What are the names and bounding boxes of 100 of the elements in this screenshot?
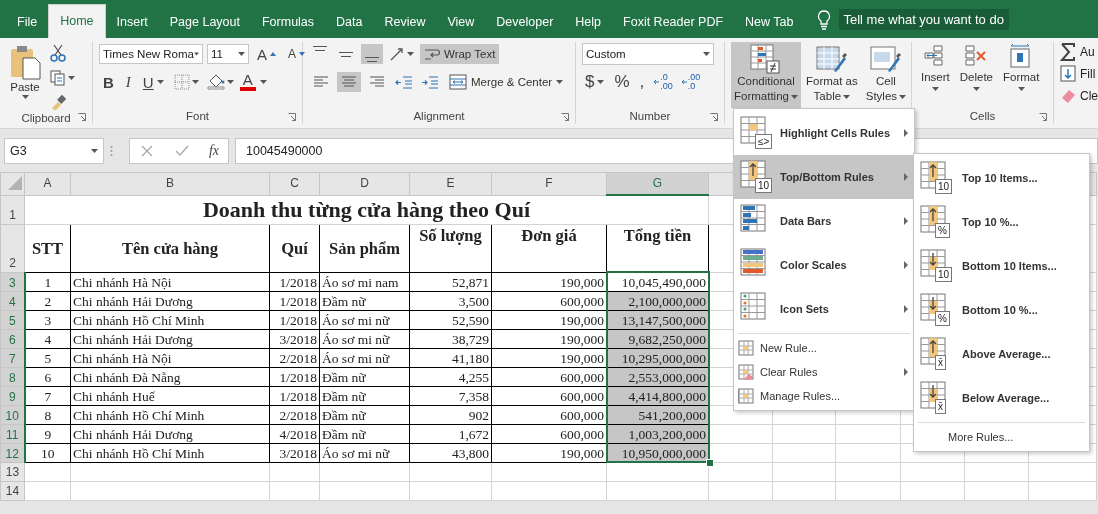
ribbon-tab[interactable]: Insert xyxy=(105,6,159,38)
table-cell: 7 xyxy=(24,386,71,405)
table-cell: 43,800 xyxy=(409,443,492,462)
column-header[interactable]: E xyxy=(409,172,492,195)
menu-item[interactable]: Color Scales xyxy=(734,243,914,287)
ribbon-tab[interactable]: Formulas xyxy=(250,6,326,38)
underline-button[interactable]: U xyxy=(138,73,168,91)
table-cell: 1/2018 xyxy=(269,291,320,310)
align-lines-icon xyxy=(365,57,379,62)
decrease-decimal-button[interactable]: .00 .0 xyxy=(678,73,703,91)
ribbon-tab[interactable]: File xyxy=(6,6,49,38)
ribbon-tab[interactable]: New Tab xyxy=(734,6,805,38)
menu-item[interactable]: x̄ Above Average... xyxy=(914,332,1089,376)
delete-button[interactable]: Delete xyxy=(956,42,996,108)
font-color-button[interactable]: A xyxy=(239,73,256,91)
shrink-font-button[interactable]: A xyxy=(284,47,310,61)
bottom-align-button[interactable] xyxy=(361,44,383,64)
borders-icon xyxy=(173,74,190,90)
column-header[interactable]: B xyxy=(70,172,270,195)
merge-icon xyxy=(449,74,467,90)
table-cell: Đầm nữ xyxy=(319,405,410,424)
clear-button[interactable]: Cle xyxy=(1060,86,1098,106)
bold-button[interactable]: B xyxy=(99,73,118,91)
paste-button[interactable]: Paste xyxy=(6,42,44,112)
ribbon-tab[interactable]: View xyxy=(436,6,486,38)
menu-item[interactable]: 10 Bottom 10 Items... xyxy=(914,244,1089,288)
ribbon-tab[interactable]: Developer xyxy=(485,6,565,38)
eraser-icon xyxy=(1060,87,1076,105)
caret-icon xyxy=(972,87,980,91)
fill-color-button[interactable] xyxy=(204,72,236,92)
italic-button[interactable]: I xyxy=(121,73,135,91)
borders-button[interactable] xyxy=(171,72,201,92)
column-header[interactable]: G xyxy=(606,172,709,195)
menu-item[interactable]: Manage Rules... xyxy=(734,384,914,408)
menu-item[interactable]: New Rule... xyxy=(734,336,914,360)
column-header[interactable]: F xyxy=(491,172,607,195)
grow-font-button[interactable]: A xyxy=(253,45,280,63)
fill-button[interactable]: Fill xyxy=(1060,64,1098,84)
column-header[interactable]: A xyxy=(24,172,71,195)
cell-styles-button[interactable]: Cell Styles xyxy=(862,42,910,108)
column-header[interactable]: D xyxy=(319,172,410,195)
menu-item[interactable]: Icon Sets xyxy=(734,287,914,331)
ribbon-tab[interactable]: Review xyxy=(373,6,437,38)
copy-icon xyxy=(50,70,66,86)
menu-item[interactable]: x̄ Below Average... xyxy=(914,376,1089,420)
down-triangle-icon xyxy=(299,52,306,56)
menu-item[interactable]: % Bottom 10 %... xyxy=(914,288,1089,332)
table-cell: 6 xyxy=(24,367,71,386)
currency-button[interactable]: $ xyxy=(582,72,608,92)
menu-item[interactable]: 10 Top/Bottom Rules xyxy=(734,155,914,199)
fill-handle[interactable] xyxy=(705,459,714,467)
menu-item[interactable]: Clear Rules xyxy=(734,360,914,384)
table-cell: 3 xyxy=(24,310,71,329)
table-cell: 41,180 xyxy=(409,348,492,367)
increase-decimal-button[interactable]: .0 .00 xyxy=(651,73,675,91)
group-label: Clipboard xyxy=(21,112,71,124)
table-cell: 9 xyxy=(24,424,71,443)
name-box[interactable]: G3 xyxy=(4,138,104,164)
column-heading: Sản phẩm xyxy=(319,224,410,272)
table-cell: 1/2018 xyxy=(269,367,320,386)
up-triangle-icon xyxy=(270,52,276,56)
menu-item[interactable]: % Top 10 %... xyxy=(914,200,1089,244)
brush-icon xyxy=(50,94,66,110)
copy-button[interactable] xyxy=(48,68,77,88)
ribbon-tab[interactable]: Foxit Reader PDF xyxy=(612,6,735,38)
table-cell: Đầm nữ xyxy=(319,291,410,310)
merge-center-button[interactable]: Merge & Center xyxy=(445,71,568,93)
conditional-formatting-button[interactable]: Conditional Formatting xyxy=(731,42,801,108)
autosum-button[interactable]: Au xyxy=(1060,42,1098,62)
table-cell: Đầm nữ xyxy=(319,424,410,443)
font-name-field[interactable]: Times New Roma xyxy=(99,44,203,64)
column-heading: Tên cửa hàng xyxy=(70,224,270,272)
number-format-field[interactable]: Custom xyxy=(582,43,714,65)
format-as-table-button[interactable]: Format as Table xyxy=(802,42,861,108)
row-header[interactable]: 2 xyxy=(0,224,25,272)
table-cell: 3/2018 xyxy=(269,443,320,462)
caret-icon xyxy=(238,52,245,56)
menu-item[interactable]: Data Bars xyxy=(734,199,914,243)
insert-function-button[interactable]: fx xyxy=(208,143,219,159)
ribbon-tab[interactable]: Page Layout xyxy=(158,6,251,38)
menu-item[interactable]: More Rules... xyxy=(914,425,1089,449)
font-size-field[interactable]: 11 xyxy=(207,44,249,64)
comma-button[interactable]: , xyxy=(636,72,648,92)
percent-button[interactable]: % xyxy=(611,72,633,92)
ribbon-tab[interactable]: Help xyxy=(564,6,613,38)
row-header[interactable]: 1 xyxy=(0,195,25,224)
table-cell: Đầm nữ xyxy=(319,386,410,405)
table-cell: Chi nhánh Hải Dương xyxy=(70,291,270,310)
format-button[interactable]: Format xyxy=(1000,42,1043,108)
wrap-text-button[interactable]: Wrap Text xyxy=(420,44,500,64)
table-cell: 52,871 xyxy=(409,272,492,291)
ribbon-tab[interactable]: Data xyxy=(325,6,374,38)
tell-me-search[interactable]: Tell me what you want to do xyxy=(838,9,1009,30)
select-all-icon xyxy=(8,175,22,190)
table-cell: 1/2018 xyxy=(269,272,320,291)
table-cell: Chi nhánh Hà Nội xyxy=(70,272,270,291)
insert-button[interactable]: Insert xyxy=(918,42,953,108)
ribbon-tab[interactable]: Home xyxy=(48,4,106,38)
column-header[interactable]: C xyxy=(269,172,320,195)
format-cells-icon xyxy=(1010,44,1033,68)
